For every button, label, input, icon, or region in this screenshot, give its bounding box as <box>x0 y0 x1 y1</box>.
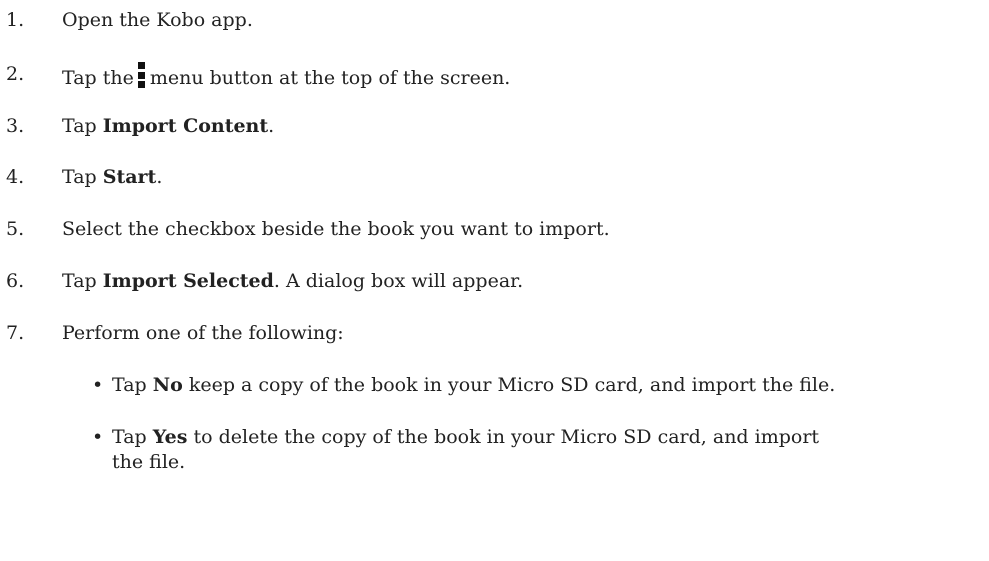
ui-term: Yes <box>152 426 188 448</box>
step-number: 2. <box>6 63 25 85</box>
step-number: 6. <box>6 270 25 292</box>
bullet: • <box>92 374 104 396</box>
step-text: Select the checkbox beside the book you … <box>62 218 610 240</box>
step-text: Tap the menu button at the top of the scr… <box>62 62 510 90</box>
substep-text: Tap Yes to delete the copy of the book i… <box>112 426 820 448</box>
step-text: Tap Import Content. <box>62 115 275 137</box>
step-text: Perform one of the following: <box>62 322 344 344</box>
substep-text: Tap No keep a copy of the book in your M… <box>112 374 836 396</box>
step-text: Open the Kobo app. <box>62 9 253 31</box>
substep-text-continued: the file. <box>112 451 186 473</box>
bullet: • <box>92 426 104 448</box>
vertical-dots-menu-icon <box>137 62 146 88</box>
ui-term: Import Content <box>102 115 269 137</box>
step-number: 1. <box>6 9 25 31</box>
ui-term: Start <box>102 166 157 188</box>
step-number: 4. <box>6 166 25 188</box>
step-text: Tap Import Selected. A dialog box will a… <box>62 270 524 292</box>
step-number: 5. <box>6 218 25 240</box>
step-text: Tap Start. <box>62 166 163 188</box>
ui-term: Import Selected <box>102 270 274 292</box>
step-number: 7. <box>6 322 25 344</box>
step-number: 3. <box>6 115 25 137</box>
ui-term: No <box>152 374 183 396</box>
